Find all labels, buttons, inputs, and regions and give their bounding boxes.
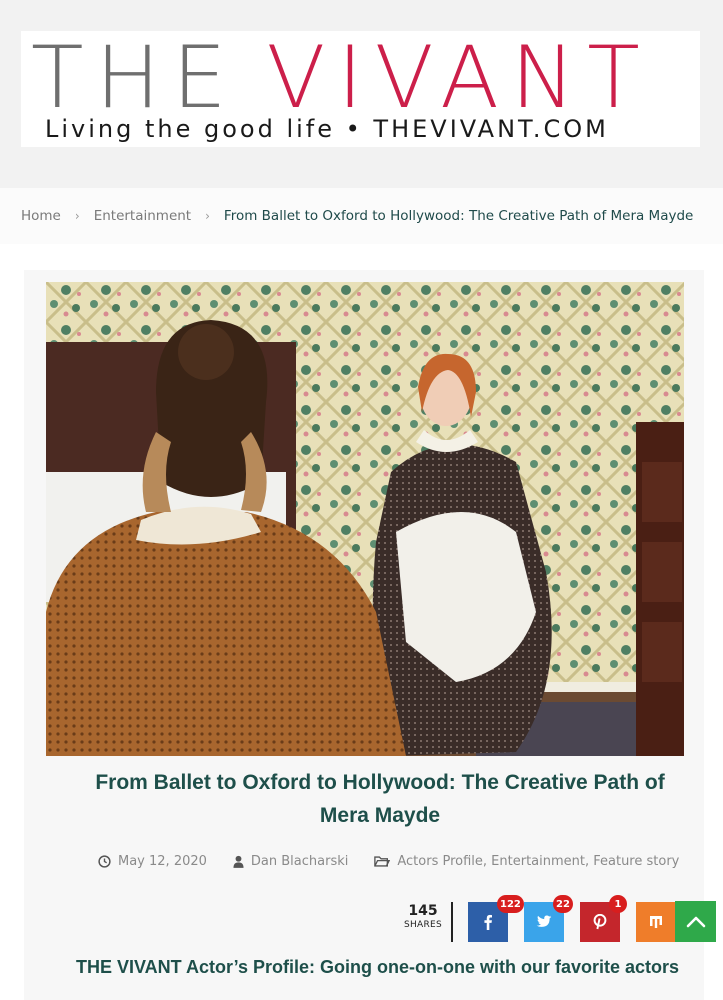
article-subheading: THE VIVANT Actor’s Profile: Going one-on… (76, 957, 680, 977)
folder-icon (374, 856, 391, 867)
back-to-top-button[interactable] (675, 901, 716, 942)
share-total: 145 (408, 903, 438, 919)
twitter-icon (536, 915, 552, 927)
chevron-right-icon: › (74, 209, 80, 223)
breadcrumb: Home › Entertainment › From Ballet to Ox… (0, 188, 723, 244)
mix-icon (650, 916, 662, 928)
breadcrumb-entertainment[interactable]: Entertainment (94, 208, 191, 224)
chevron-right-icon: › (205, 209, 210, 223)
clock-icon (98, 855, 111, 868)
logo-wordmark: THE VIVANT (31, 35, 652, 121)
logo-tagline: Living the good life • THEVIVANT.COM (45, 115, 609, 143)
article-meta: May 12, 2020 Dan Blacharski Actors Profi… (98, 854, 705, 869)
logo-the: THE (31, 28, 239, 128)
chevron-up-icon (686, 916, 705, 927)
breadcrumb-home[interactable]: Home (21, 208, 61, 224)
post-categories[interactable]: Actors Profile, Entertainment, Feature s… (374, 854, 679, 869)
pinterest-share-count: 1 (609, 895, 627, 913)
post-author[interactable]: Dan Blacharski (233, 854, 348, 869)
facebook-share-count: 122 (497, 895, 524, 913)
post-date-text: May 12, 2020 (118, 854, 207, 869)
breadcrumb-current: From Ballet to Oxford to Hollywood: The … (223, 208, 694, 224)
user-icon (233, 855, 244, 868)
site-header: THE VIVANT Living the good life • THEVIVA… (0, 0, 723, 188)
site-logo[interactable]: THE VIVANT Living the good life • THEVIVA… (21, 31, 700, 147)
mix-share-button[interactable] (636, 902, 676, 942)
twitter-share-count: 22 (553, 895, 573, 913)
pinterest-icon (593, 914, 607, 930)
share-divider (451, 902, 453, 942)
featured-image (46, 282, 684, 756)
post-author-name: Dan Blacharski (250, 854, 349, 869)
logo-vivant: VIVANT (266, 28, 652, 128)
post-categories-text: Actors Profile, Entertainment, Feature s… (397, 854, 680, 869)
post-date: May 12, 2020 (98, 854, 207, 869)
facebook-icon (484, 914, 492, 930)
article-title: From Ballet to Oxford to Hollywood: The … (95, 771, 665, 827)
share-count: 145 SHARES (402, 903, 444, 931)
share-label: SHARES (403, 920, 443, 930)
